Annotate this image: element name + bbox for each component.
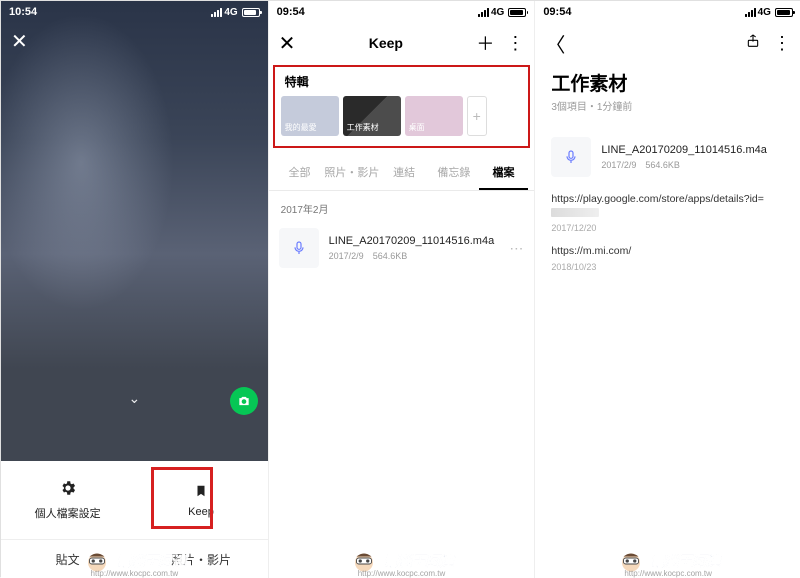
screen-profile: 10:54 4G ✕ ⌄ 個人檔案設定 xyxy=(1,1,268,578)
redacted-text xyxy=(551,208,599,217)
status-time: 09:54 xyxy=(543,6,571,18)
gear-icon xyxy=(59,479,77,502)
screen-collection-detail: 09:54 4G 〈 ⋮ 工作素材 3個項目・1分鐘前 xyxy=(534,1,800,578)
file-name: LINE_A20170209_11014516.m4a xyxy=(329,235,500,247)
more-icon[interactable]: ⋮ xyxy=(506,33,524,54)
list-item[interactable]: https://play.google.com/store/apps/detai… xyxy=(535,187,800,239)
highlight-box xyxy=(151,467,213,529)
tab-memos[interactable]: 備忘錄 xyxy=(429,156,479,190)
more-icon[interactable]: ⋮ xyxy=(773,33,791,54)
audio-file-icon xyxy=(551,137,591,177)
watermark: 電腦王阿達 http://www.kocpc.com.tw xyxy=(616,546,720,576)
collection-card[interactable]: 我的最愛 xyxy=(281,96,339,136)
status-bar: 09:54 4G xyxy=(535,1,800,23)
screen-keep: 09:54 4G ✕ Keep ＋ ⋮ 特輯 我的最愛 工作素材 桌面 + xyxy=(268,1,535,578)
share-icon[interactable] xyxy=(745,33,761,54)
chevron-down-icon[interactable]: ⌄ xyxy=(128,390,140,407)
page-title: Keep xyxy=(369,35,403,51)
profile-settings-tab[interactable]: 個人檔案設定 xyxy=(1,461,134,539)
tab-files[interactable]: 檔案 xyxy=(479,156,529,190)
tab-photos[interactable]: 照片・影片 xyxy=(324,156,379,190)
date-section: 2017年2月 xyxy=(269,191,535,222)
status-bar: 09:54 4G xyxy=(269,1,535,23)
camera-icon xyxy=(237,394,251,408)
watermark: 電腦王阿達 http://www.kocpc.com.tw xyxy=(349,546,453,576)
file-more-icon[interactable]: ⋯ xyxy=(509,240,524,257)
close-icon[interactable]: ✕ xyxy=(11,29,28,54)
link-url: https://play.google.com/store/apps/detai… xyxy=(551,193,785,220)
collections-highlight: 特輯 我的最愛 工作素材 桌面 + xyxy=(273,65,531,148)
add-collection-button[interactable]: + xyxy=(467,96,487,136)
link-date: 2017/12/20 xyxy=(551,223,785,233)
back-icon[interactable]: 〈 xyxy=(545,29,565,58)
file-meta: 2017/2/9 564.6KB xyxy=(329,249,500,262)
battery-icon xyxy=(508,8,526,17)
link-url: https://m.mi.com/ xyxy=(551,245,785,259)
network-label: 4G xyxy=(758,7,771,18)
status-bar: 10:54 4G xyxy=(1,1,268,23)
watermark: 電腦王阿達 http://www.kocpc.com.tw xyxy=(82,546,186,576)
keep-header: ✕ Keep ＋ ⋮ xyxy=(269,23,535,63)
signal-icon xyxy=(745,8,756,17)
collection-subtitle: 3個項目・1分鐘前 xyxy=(535,98,800,127)
camera-button[interactable] xyxy=(230,387,258,415)
signal-icon xyxy=(211,8,222,17)
close-icon[interactable]: ✕ xyxy=(279,31,296,56)
profile-settings-label: 個人檔案設定 xyxy=(35,505,101,521)
battery-icon xyxy=(242,8,260,17)
add-button[interactable]: ＋ xyxy=(476,30,494,56)
link-date: 2018/10/23 xyxy=(551,262,785,272)
file-name: LINE_A20170209_11014516.m4a xyxy=(601,144,785,156)
tab-links[interactable]: 連結 xyxy=(379,156,429,190)
list-item[interactable]: LINE_A20170209_11014516.m4a 2017/2/9 564… xyxy=(551,133,785,181)
collection-title: 工作素材 xyxy=(535,63,800,98)
status-time: 10:54 xyxy=(9,6,37,18)
audio-file-icon xyxy=(279,228,319,268)
file-row[interactable]: LINE_A20170209_11014516.m4a 2017/2/9 564… xyxy=(269,222,535,274)
list-item[interactable]: https://m.mi.com/ 2018/10/23 xyxy=(535,239,800,278)
signal-icon xyxy=(478,8,489,17)
detail-header: 〈 ⋮ xyxy=(535,23,800,63)
status-time: 09:54 xyxy=(277,6,305,18)
tab-all[interactable]: 全部 xyxy=(275,156,325,190)
battery-icon xyxy=(775,8,793,17)
network-label: 4G xyxy=(491,7,504,18)
file-meta: 2017/2/9 564.6KB xyxy=(601,158,785,171)
network-label: 4G xyxy=(224,7,237,18)
collection-card[interactable]: 桌面 xyxy=(405,96,463,136)
category-tabbar: 全部 照片・影片 連結 備忘錄 檔案 xyxy=(269,156,535,191)
collections-label: 特輯 xyxy=(285,73,523,90)
collection-card[interactable]: 工作素材 xyxy=(343,96,401,136)
